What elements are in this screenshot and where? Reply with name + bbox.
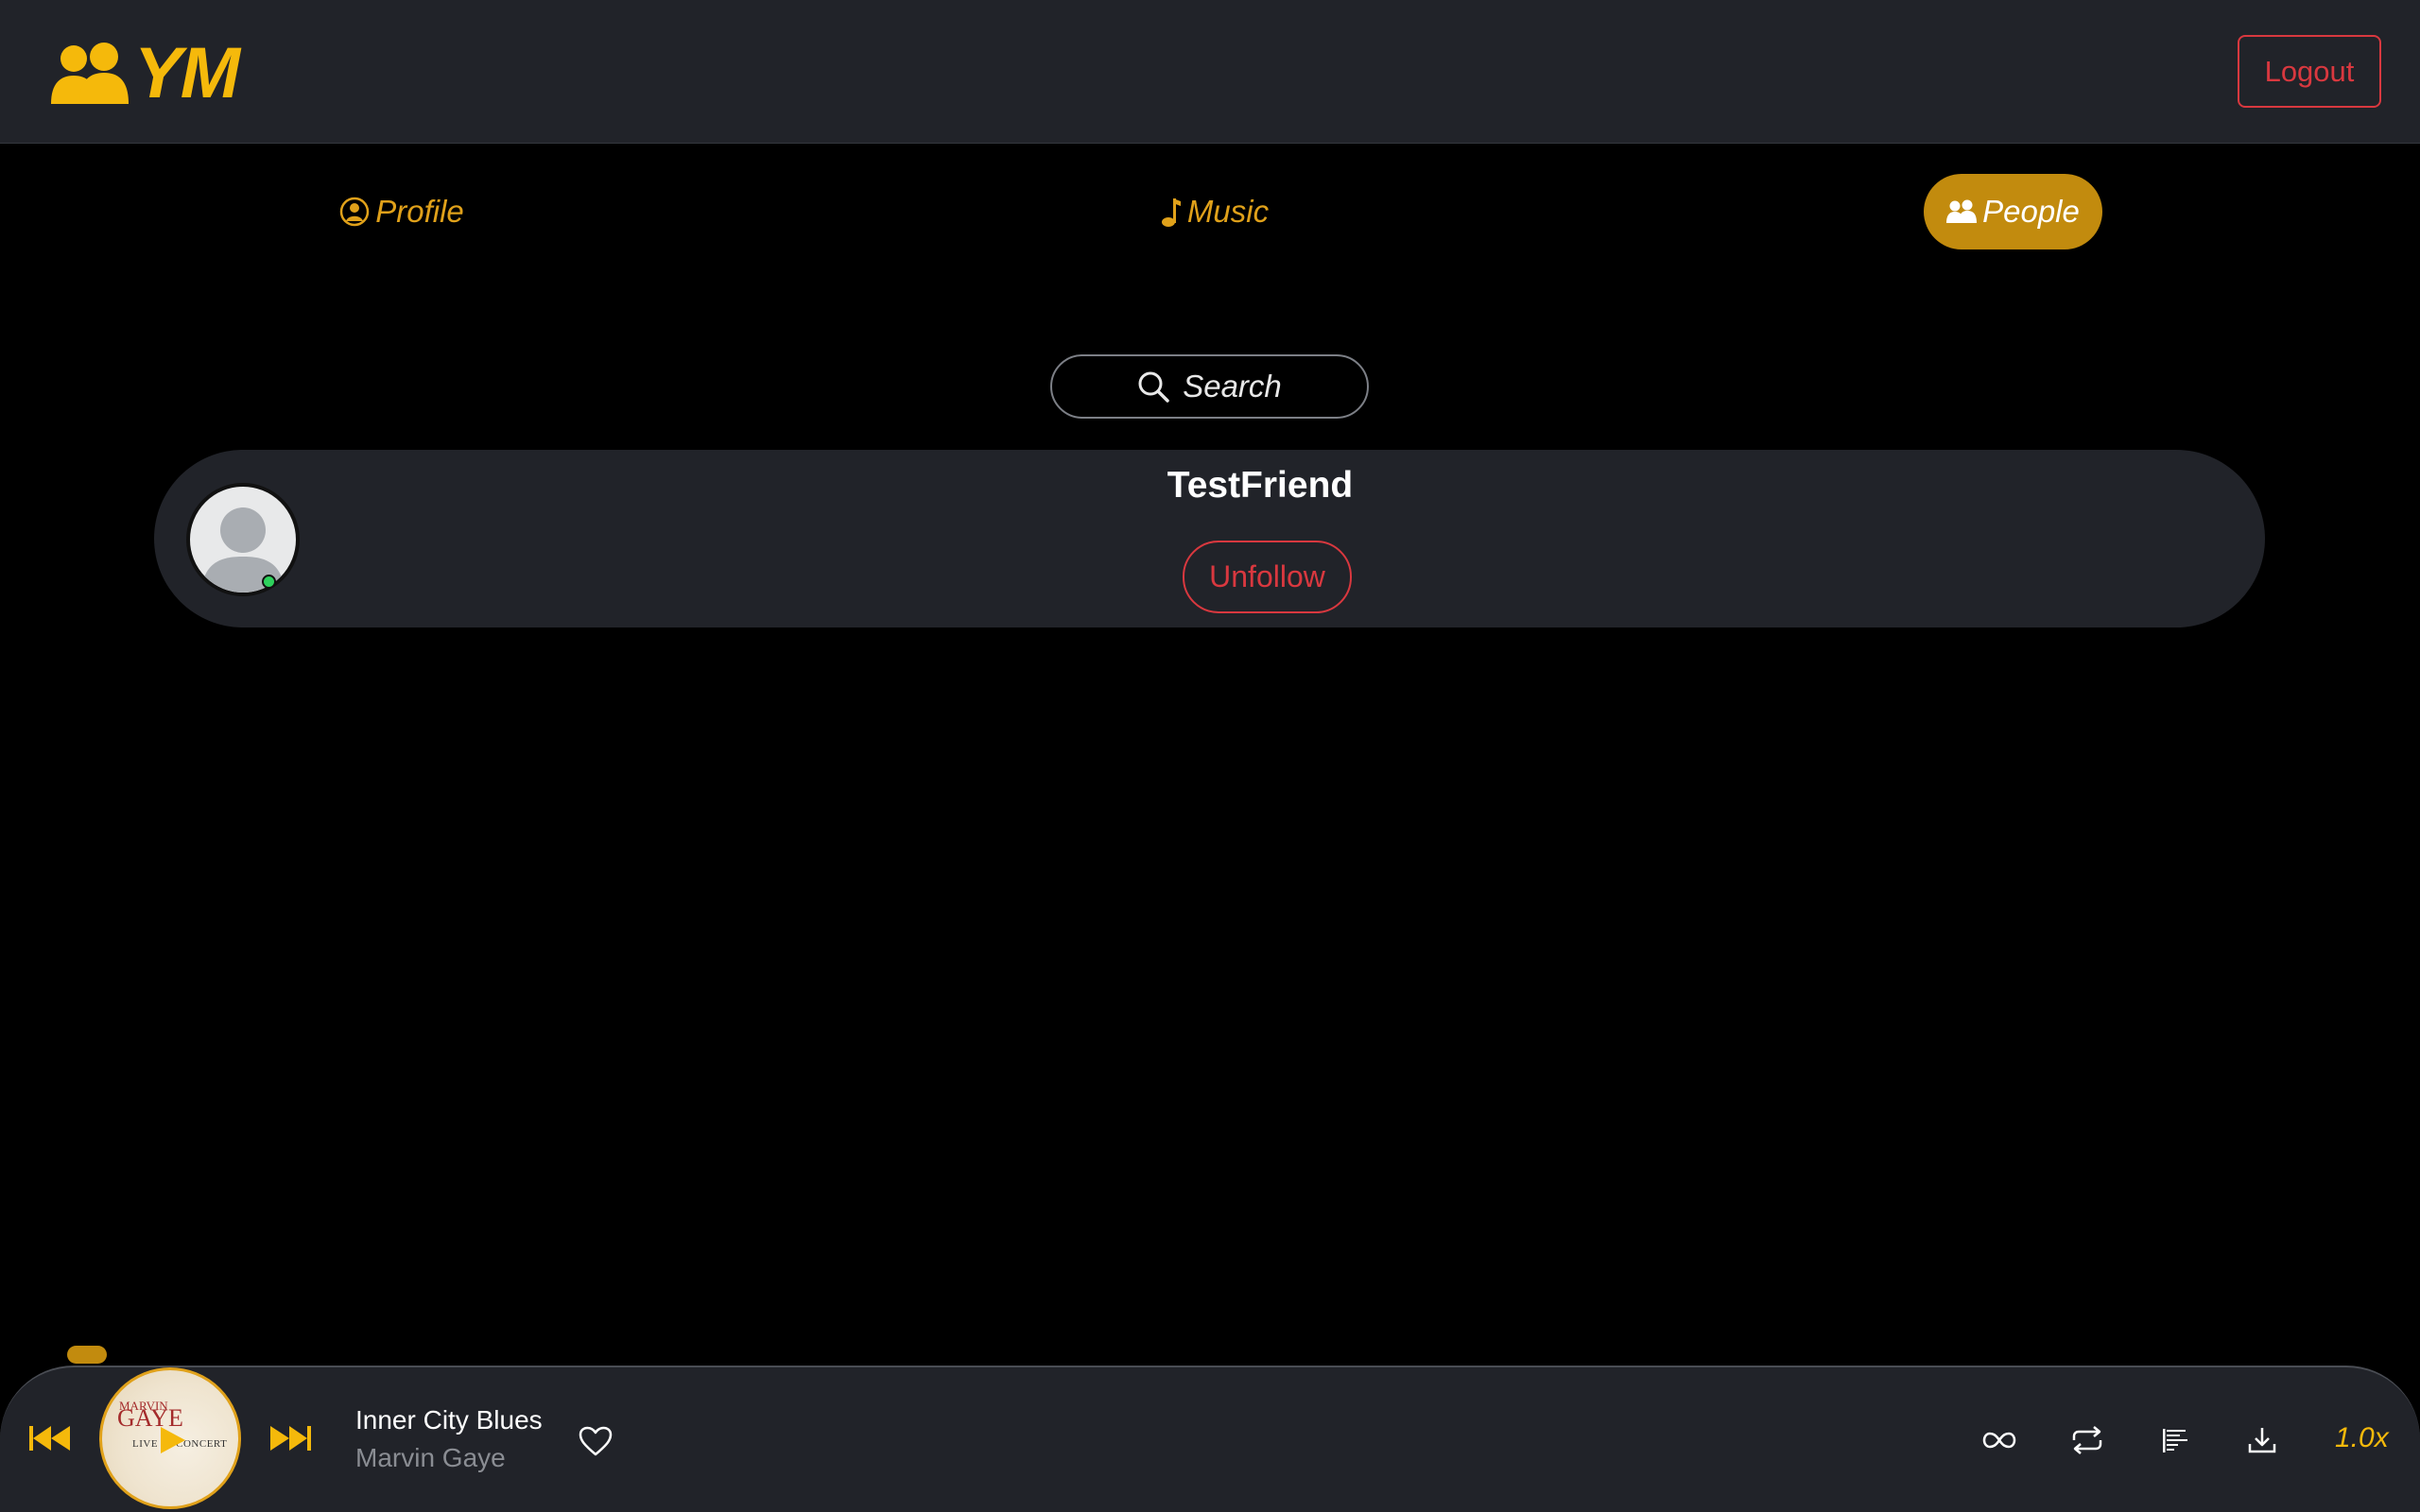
progress-handle[interactable] bbox=[67, 1346, 107, 1364]
track-title: Inner City Blues bbox=[355, 1405, 543, 1435]
music-player: MARVIN GAYE LIVE IN CONCERT Inner City B… bbox=[0, 1366, 2420, 1512]
top-bar: YM Logout bbox=[0, 0, 2420, 144]
previous-button[interactable] bbox=[26, 1415, 74, 1462]
tab-people[interactable]: People bbox=[1924, 174, 2102, 249]
repeat-icon bbox=[2072, 1426, 2102, 1454]
avatar[interactable] bbox=[186, 483, 300, 596]
download-button[interactable] bbox=[2240, 1418, 2284, 1462]
online-status-dot bbox=[262, 575, 276, 589]
tab-profile[interactable]: Profile bbox=[321, 174, 482, 249]
track-artist: Marvin Gaye bbox=[355, 1443, 506, 1472]
queue-button[interactable] bbox=[2153, 1418, 2197, 1462]
like-button[interactable] bbox=[575, 1420, 616, 1462]
queue-icon bbox=[2163, 1429, 2187, 1452]
people-icon bbox=[51, 43, 129, 104]
tab-music-label: Music bbox=[1186, 194, 1270, 229]
people-icon bbox=[1946, 199, 1978, 223]
app-logo[interactable]: YM bbox=[51, 33, 240, 113]
search-label: Search bbox=[1183, 369, 1282, 404]
logout-button[interactable]: Logout bbox=[2238, 35, 2381, 108]
logo-text: YM bbox=[134, 33, 240, 113]
album-art[interactable]: MARVIN GAYE LIVE IN CONCERT bbox=[99, 1367, 241, 1509]
repeat-button[interactable] bbox=[2066, 1418, 2109, 1462]
next-button[interactable] bbox=[267, 1415, 314, 1462]
heart-icon bbox=[579, 1426, 613, 1456]
playback-speed[interactable]: 1.0x bbox=[2335, 1422, 2389, 1454]
download-icon bbox=[2248, 1428, 2276, 1453]
person-card: TestFriend Unfollow bbox=[154, 450, 2265, 627]
tab-profile-label: Profile bbox=[375, 194, 464, 229]
search-icon bbox=[1138, 371, 1169, 403]
music-note-icon bbox=[1161, 198, 1181, 227]
person-circle-icon bbox=[339, 197, 370, 227]
infinite-play-button[interactable] bbox=[1978, 1418, 2021, 1462]
tab-people-label: People bbox=[1982, 194, 2080, 229]
next-icon bbox=[270, 1426, 311, 1451]
person-name: TestFriend bbox=[1167, 465, 1354, 506]
search-button[interactable]: Search bbox=[1050, 354, 1369, 419]
previous-icon bbox=[29, 1426, 70, 1451]
unfollow-button[interactable]: Unfollow bbox=[1183, 541, 1352, 613]
infinity-icon bbox=[1982, 1432, 2016, 1449]
tab-music[interactable]: Music bbox=[1144, 174, 1286, 249]
play-icon[interactable] bbox=[159, 1425, 187, 1455]
default-avatar-icon bbox=[201, 507, 285, 593]
